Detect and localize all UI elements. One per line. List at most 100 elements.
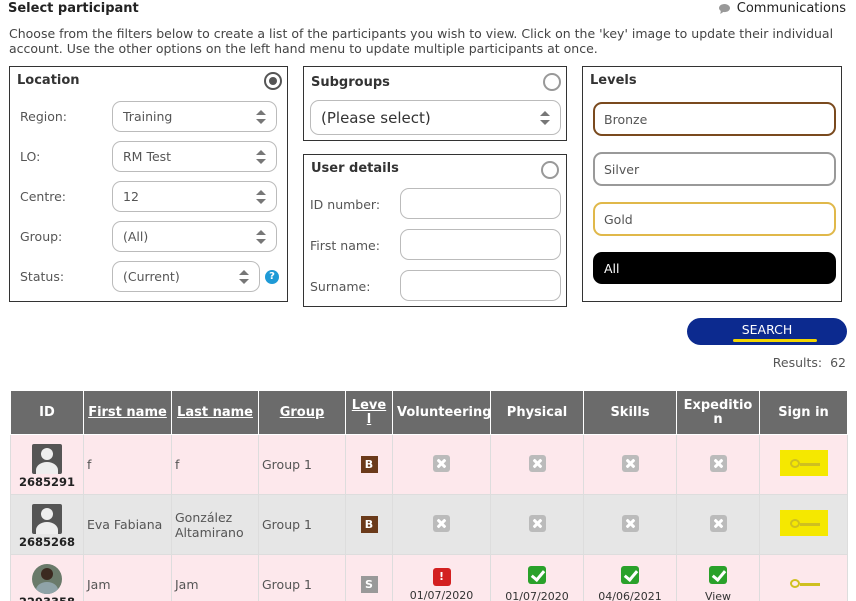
communications-link[interactable]: Communications [718,1,846,16]
last-name-cell: Jam [171,554,259,601]
level-bronze-option[interactable]: Bronze [593,102,836,136]
select-arrows-icon [239,269,249,284]
checkmark-icon [621,566,639,584]
level-silver-option[interactable]: Silver [593,152,836,186]
level-cell: B [345,434,393,495]
communications-label: Communications [736,1,846,16]
levels-title: Levels [590,73,637,88]
centre-select[interactable]: 12 [112,181,277,212]
table-row: 2685268 Eva Fabiana González Altamirano … [10,494,848,555]
participants-table: ID First name Last name Group Leve l Vol… [10,390,848,601]
not-started-icon [528,454,546,472]
id-cell: 2685291 [10,434,84,495]
id-number-input[interactable] [400,188,561,219]
subgroups-title: Subgroups [311,75,390,90]
speech-bubble-icon [718,3,730,14]
levels-panel: Levels Bronze Silver Gold All [582,66,842,302]
region-label: Region: [20,109,68,124]
lo-value: RM Test [123,149,172,164]
group-value: (All) [123,229,149,244]
sign-in-cell [759,554,848,601]
volunteering-cell: ! 01/07/2020 [392,554,491,601]
expedition-view-link[interactable]: View [680,590,756,601]
select-arrows-icon [256,109,266,124]
table-row: 2293358 Jam Jam Group 1 S ! 01/07/2020 01… [10,554,848,601]
surname-input[interactable] [400,270,561,301]
col-last-name[interactable]: Last name [171,390,259,435]
group-select[interactable]: (All) [112,221,277,252]
level-cell: S [345,554,393,601]
results-count: Results: 62 [773,355,846,370]
checkmark-icon [528,566,546,584]
not-started-icon [433,514,450,532]
location-radio[interactable] [264,72,282,90]
location-title: Location [17,73,80,88]
first-name-cell: Eva Fabiana [83,494,172,555]
help-icon[interactable]: ? [265,270,279,284]
table-row: 2685291 f f Group 1 B [10,434,848,495]
id-cell: 2293358 [10,554,84,601]
skills-date: 04/06/2021 [598,590,662,601]
user-details-radio[interactable] [541,161,559,179]
group-cell: Group 1 [258,494,346,555]
physical-cell [490,494,584,555]
physical-cell: 01/07/2020 [490,554,584,601]
participant-id: 2685291 [18,474,75,489]
level-all-option[interactable]: All [593,252,836,284]
expedition-cell [676,494,760,555]
last-name-cell: González Altamirano [171,494,259,555]
first-name-input[interactable] [400,229,561,260]
status-value: (Current) [123,269,180,284]
sign-in-cell [759,434,848,495]
avatar [32,563,62,594]
col-first-name[interactable]: First name [83,390,172,435]
subgroups-value: (Please select) [321,108,431,127]
page-title: Select participant [8,1,139,16]
skills-cell [583,434,677,495]
volunteering-cell [392,434,491,495]
sign-in-cell [759,494,848,555]
level-gold-option[interactable]: Gold [593,202,836,236]
not-started-icon [709,514,727,532]
first-name-label: First name: [310,238,380,253]
not-started-icon [433,454,450,472]
avatar [32,443,62,474]
level-badge: B [360,456,378,473]
expedition-cell [676,434,760,495]
lo-select[interactable]: RM Test [112,141,277,172]
centre-label: Centre: [20,189,67,204]
col-level[interactable]: Leve l [345,390,393,435]
skills-cell [583,494,677,555]
not-started-icon [709,454,727,472]
select-arrows-icon [256,229,266,244]
avatar [32,503,62,534]
physical-date: 01/07/2020 [505,590,569,601]
lo-label: LO: [20,149,41,164]
centre-value: 12 [123,189,139,204]
status-select[interactable]: (Current) [112,261,260,292]
warning-icon: ! [432,567,451,586]
region-value: Training [123,109,173,124]
group-cell: Group 1 [258,554,346,601]
col-expedition: Expeditio n [676,390,760,435]
level-cell: B [345,494,393,555]
level-badge: S [360,576,378,593]
col-physical: Physical [490,390,584,435]
key-icon[interactable] [780,570,828,596]
group-cell: Group 1 [258,434,346,495]
level-badge: B [360,516,378,533]
search-button[interactable]: SEARCH [687,318,847,345]
region-select[interactable]: Training [112,101,277,132]
subgroups-radio[interactable] [543,73,561,91]
key-icon[interactable] [779,450,828,476]
search-underline [733,339,817,342]
expedition-cell: View [676,554,760,601]
volunteering-cell [392,494,491,555]
key-icon[interactable] [779,510,828,536]
volunteering-date: 01/07/2020 [409,588,474,601]
physical-cell [490,434,584,495]
subgroups-select[interactable]: (Please select) [310,100,561,135]
id-number-label: ID number: [310,197,381,212]
col-group[interactable]: Group [258,390,346,435]
participant-id: 2685268 [18,534,75,549]
